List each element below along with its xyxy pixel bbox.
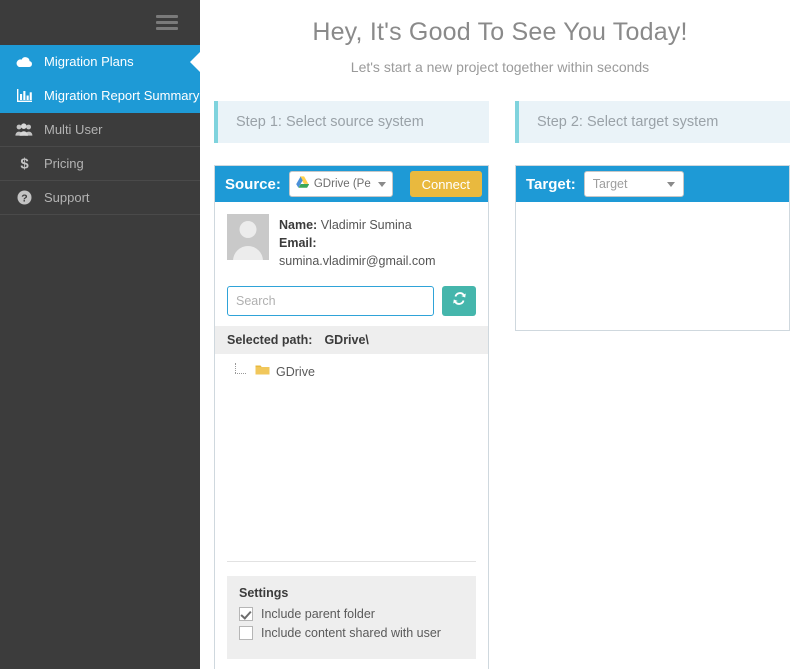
- question-circle-icon: ?: [12, 190, 36, 205]
- step-2-bar: Step 2: Select target system: [515, 101, 790, 143]
- sidebar-item-migration-plans[interactable]: Migration Plans: [0, 45, 201, 79]
- settings-title: Settings: [239, 586, 289, 601]
- refresh-button[interactable]: [442, 286, 476, 317]
- dollar-icon: $: [12, 156, 36, 171]
- sidebar-item-label: Pricing: [44, 156, 84, 171]
- account-info: Name: Vladimir Sumina Email: sumina.vlad…: [215, 202, 488, 280]
- cloud-icon: [12, 56, 36, 68]
- users-icon: [12, 123, 36, 136]
- tree-item[interactable]: GDrive: [233, 362, 476, 379]
- sidebar-item-label: Multi User: [44, 122, 103, 137]
- page-title: Hey, It's Good To See You Today!: [312, 18, 688, 46]
- main-content: Hey, It's Good To See You Today! Let's s…: [200, 0, 800, 669]
- target-system-value: Target: [592, 177, 628, 191]
- source-system-value: GDrive (Pe: [313, 178, 371, 190]
- sidebar-item-label: Support: [44, 190, 90, 205]
- google-drive-icon: [296, 175, 310, 193]
- target-panel-body: [516, 202, 789, 330]
- chevron-down-icon: [377, 181, 386, 187]
- source-column: Step 1: Select source system Source: GDr…: [214, 101, 489, 669]
- source-panel: Source: GDrive (Pe Connect Name: Vladimi…: [214, 165, 489, 669]
- account-email-value: sumina.vladimir@gmail.com: [279, 254, 436, 269]
- step-1-label: Step 1: Select source system: [236, 114, 424, 130]
- setting-include-parent-folder[interactable]: Include parent folder: [239, 607, 464, 622]
- folder-tree: GDrive: [215, 354, 488, 561]
- checkbox-include-shared-content[interactable]: [239, 626, 253, 641]
- sidebar-item-multi-user[interactable]: Multi User: [0, 113, 200, 147]
- tree-empty-space: [233, 379, 476, 561]
- target-panel: Target: Target: [515, 165, 790, 331]
- tree-item-label: GDrive: [276, 364, 315, 379]
- account-name-value: Vladimir Sumina: [320, 218, 412, 232]
- account-email-label: Email:: [279, 236, 317, 251]
- tree-elbow-icon: [233, 362, 249, 379]
- target-label: Target:: [526, 175, 576, 193]
- setting-label: Include parent folder: [261, 607, 375, 622]
- account-details: Name: Vladimir Sumina Email: sumina.vlad…: [279, 214, 476, 270]
- sidebar-item-migration-report-summary[interactable]: Migration Report Summary: [0, 79, 200, 113]
- folder-icon: [255, 364, 270, 379]
- hamburger-icon[interactable]: [156, 15, 178, 30]
- page-header: Hey, It's Good To See You Today! Let's s…: [200, 0, 800, 75]
- user-avatar-icon: [227, 214, 269, 260]
- sidebar-item-label: Migration Report Summary: [44, 88, 200, 103]
- step-2-label: Step 2: Select target system: [537, 114, 719, 130]
- svg-text:?: ?: [21, 193, 27, 205]
- sidebar-item-pricing[interactable]: $ Pricing: [0, 147, 200, 181]
- search-row: [215, 280, 488, 326]
- steps-columns: Step 1: Select source system Source: GDr…: [200, 101, 800, 669]
- connect-button[interactable]: Connect: [409, 171, 482, 197]
- selected-path-bar: Selected path: GDrive\: [215, 326, 488, 355]
- account-name-row: Name: Vladimir Sumina: [279, 216, 476, 234]
- svg-text:$: $: [20, 156, 29, 171]
- setting-include-shared-content[interactable]: Include content shared with user: [239, 626, 464, 641]
- selected-path-value: GDrive\: [324, 333, 369, 348]
- page-subtitle: Let's start a new project together withi…: [350, 59, 650, 75]
- bar-chart-icon: [12, 89, 36, 102]
- source-panel-header: Source: GDrive (Pe Connect: [215, 166, 488, 202]
- target-column: Step 2: Select target system Target: Tar…: [515, 101, 790, 669]
- source-label: Source:: [225, 175, 281, 193]
- sidebar-item-label: Migration Plans: [44, 54, 134, 69]
- account-email-row: Email: sumina.vladimir@gmail.com: [279, 234, 476, 270]
- refresh-icon: [452, 291, 467, 311]
- chevron-down-icon: [666, 181, 675, 187]
- search-input[interactable]: [227, 286, 434, 317]
- active-pointer-icon: [190, 50, 201, 73]
- setting-label: Include content shared with user: [261, 626, 441, 641]
- sidebar: Migration Plans Migration Report Summary: [0, 0, 201, 669]
- source-system-dropdown[interactable]: GDrive (Pe: [288, 171, 393, 197]
- app-root: Migration Plans Migration Report Summary: [0, 0, 800, 669]
- checkbox-include-parent-folder[interactable]: [239, 607, 253, 622]
- target-panel-header: Target: Target: [516, 166, 789, 202]
- target-system-dropdown[interactable]: Target: [583, 171, 684, 197]
- step-1-bar: Step 1: Select source system: [214, 101, 489, 143]
- selected-path-label: Selected path:: [227, 333, 313, 348]
- panel-divider: [227, 561, 476, 563]
- sidebar-item-support[interactable]: ? Support: [0, 181, 200, 215]
- settings-section: Settings Include parent folder Include c…: [227, 576, 476, 660]
- sidebar-header: [0, 0, 200, 45]
- account-name-label: Name:: [279, 218, 318, 232]
- source-panel-body: Name: Vladimir Sumina Email: sumina.vlad…: [215, 202, 488, 660]
